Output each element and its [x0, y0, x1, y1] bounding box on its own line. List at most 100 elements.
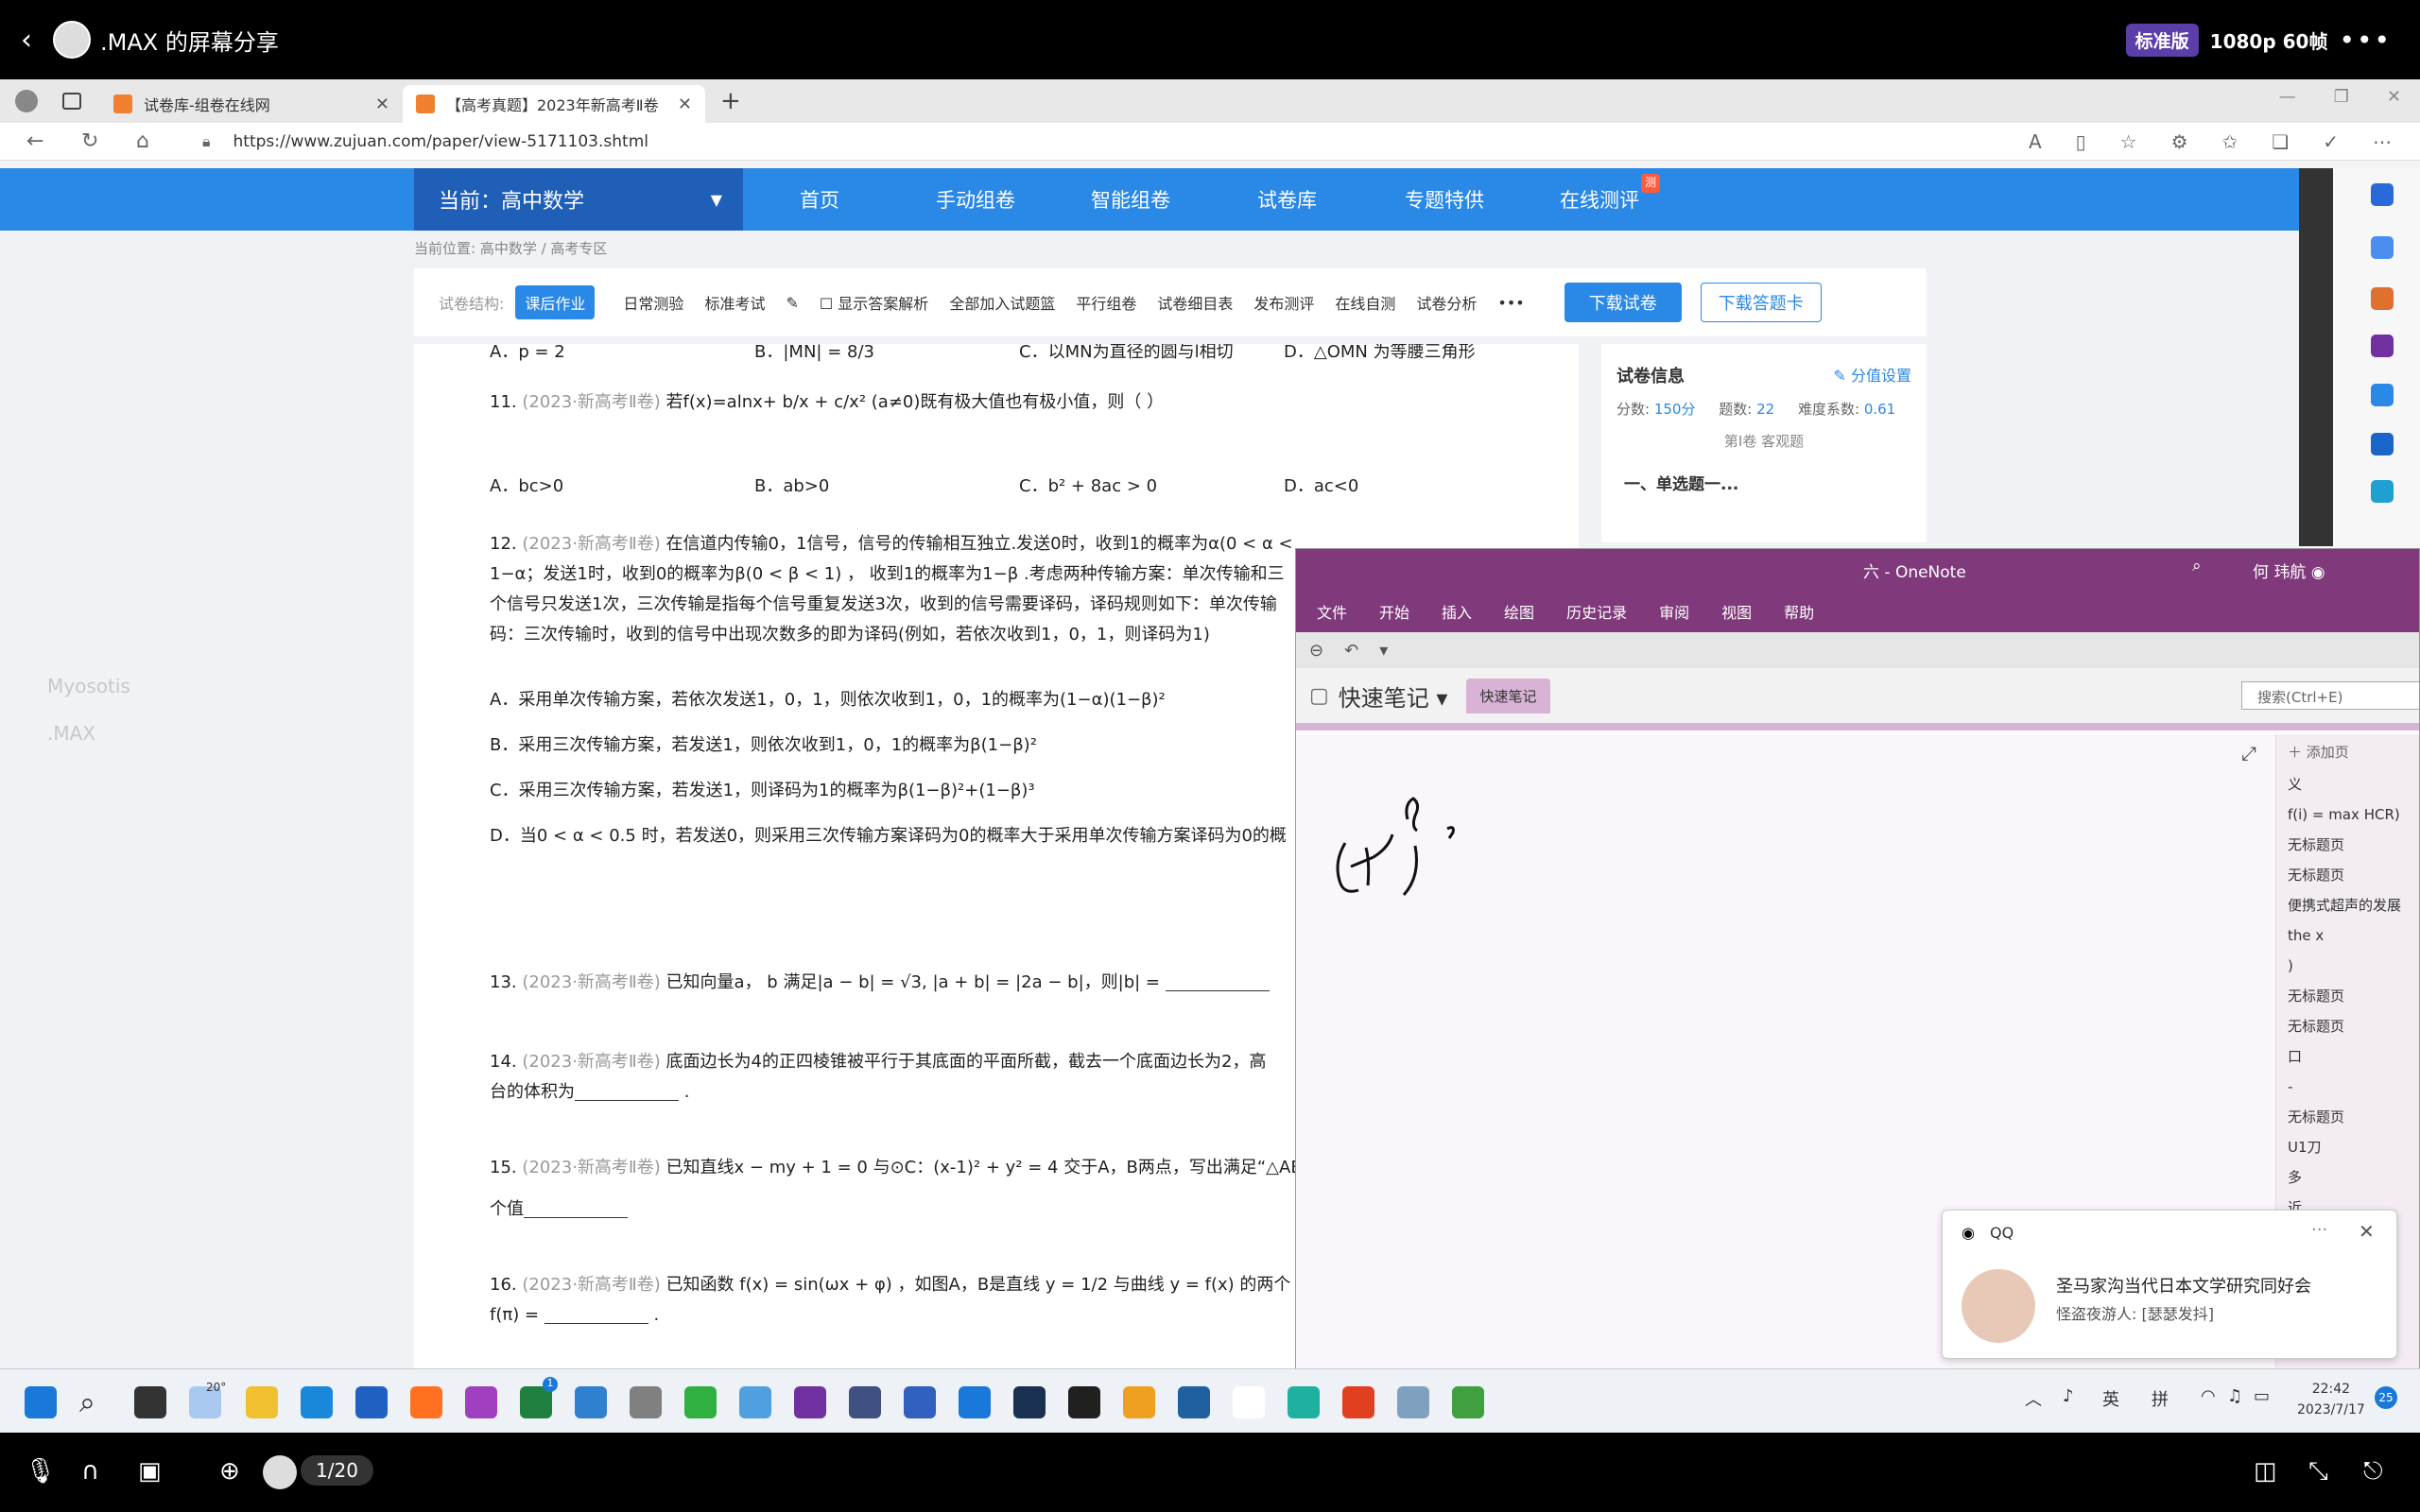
page-item[interactable]: 便携式超声的发展 — [2276, 890, 2419, 920]
page-item[interactable]: - — [2276, 1072, 2419, 1102]
add-user-icon[interactable]: ⊕ — [219, 1457, 240, 1486]
exit-icon[interactable]: ⎋ — [2363, 1457, 2383, 1486]
detail-table-button[interactable]: 试卷细目表 — [1157, 291, 1233, 314]
qq-icon[interactable] — [1233, 1386, 1265, 1418]
nav-special[interactable]: 专题特供 — [1405, 185, 1484, 214]
menu-insert[interactable]: 插入 — [1442, 600, 1472, 623]
user-name[interactable]: 何 玮航 ◉ — [2253, 558, 2325, 582]
menu-review[interactable]: 审阅 — [1659, 600, 1689, 623]
tab-zujuan-library[interactable]: 试卷库-组卷在线网 ✕ — [100, 85, 403, 123]
page-item[interactable]: 无标题页 — [2276, 981, 2419, 1011]
app-icon[interactable] — [849, 1386, 881, 1418]
download-paper-button[interactable]: 下载试卷 — [1564, 283, 1682, 322]
close-icon[interactable]: ✕ — [375, 94, 389, 114]
fullscreen-exit-icon[interactable]: ⤡ — [2308, 1457, 2328, 1486]
ea-icon[interactable] — [1342, 1386, 1374, 1418]
steam-icon[interactable] — [1013, 1386, 1046, 1418]
settings-icon[interactable] — [630, 1386, 662, 1418]
search-icon[interactable]: ⌕ — [79, 1386, 112, 1419]
notification-count[interactable]: 25 — [2375, 1386, 2397, 1409]
terminal-icon[interactable] — [1068, 1386, 1100, 1418]
copilot-icon[interactable] — [2371, 384, 2394, 406]
page-item[interactable]: 多 — [2276, 1162, 2419, 1193]
tab-actions-icon[interactable] — [62, 93, 81, 110]
favorite-star-icon[interactable]: ☆ — [2120, 130, 2137, 153]
prev-option-c[interactable]: C．以MN为直径的圆与l相切 — [1019, 344, 1234, 363]
prev-option-b[interactable]: B．|MN| = 8/3 — [754, 344, 874, 363]
prev-option-a[interactable]: A．p = 2 — [490, 344, 565, 363]
nav-smart[interactable]: 智能组卷 — [1091, 185, 1170, 214]
microphone-icon[interactable]: ♪ — [2063, 1386, 2074, 1406]
tab-homework[interactable]: 课后作业 — [515, 285, 596, 319]
show-answer-checkbox[interactable]: ☐ 显示答案解析 — [820, 291, 928, 314]
more-icon[interactable]: ··· — [2311, 1220, 2327, 1240]
back-arrow-icon[interactable]: ← — [26, 129, 55, 153]
minimize-icon[interactable]: — — [2279, 87, 2296, 107]
menu-view[interactable]: 视图 — [1721, 600, 1752, 623]
home-icon[interactable]: ⌂ — [136, 129, 164, 153]
settings-more-icon[interactable]: ⋯ — [2373, 130, 2392, 153]
publish-test-button[interactable]: 发布测评 — [1253, 291, 1314, 314]
single-choice-section[interactable]: 一、单选题一... — [1624, 471, 1738, 494]
page-item[interactable]: 口 — [2276, 1041, 2419, 1072]
subject-selector[interactable]: 当前：高中数学 ▼ — [414, 168, 743, 231]
page-scrollbar[interactable] — [2299, 168, 2333, 546]
paint-icon[interactable] — [575, 1386, 607, 1418]
send-icon[interactable] — [2371, 480, 2394, 503]
menu-file[interactable]: 文件 — [1317, 600, 1347, 623]
page-item[interactable]: ) — [2276, 951, 2419, 981]
add-page-button[interactable]: ＋ 添加页 — [2276, 734, 2419, 769]
task-view-icon[interactable] — [134, 1386, 166, 1418]
reader-icon[interactable]: ▯ — [2076, 130, 2086, 153]
undo-icon[interactable]: ↶ — [1344, 641, 1358, 661]
question-11[interactable]: 11. (2023·新高考Ⅱ卷) 若f(x)=alnx+ b/x + c/x² … — [490, 387, 1567, 418]
app-icon[interactable] — [465, 1386, 497, 1418]
self-test-button[interactable]: 在线自测 — [1335, 291, 1395, 314]
analysis-button[interactable]: 试卷分析 — [1416, 291, 1477, 314]
page-item[interactable]: f(i) = max HCR) — [2276, 799, 2419, 830]
url-field[interactable]: https://www.zujuan.com/paper/view-517110… — [233, 132, 648, 151]
lock-icon[interactable]: 🔒︎ — [202, 132, 211, 151]
nav-manual[interactable]: 手动组卷 — [936, 185, 1015, 214]
page-item[interactable]: 无标题页 — [2276, 1102, 2419, 1132]
notebook-selector[interactable]: 快速笔记 ▾ — [1339, 679, 1448, 713]
chevron-up-icon[interactable]: ︿ — [2025, 1386, 2042, 1411]
answer-blank[interactable] — [544, 1307, 648, 1324]
edge-icon[interactable] — [301, 1386, 333, 1418]
profile-icon[interactable] — [15, 90, 38, 112]
edition-badge[interactable]: 标准版 — [2125, 23, 2199, 57]
section-tab[interactable]: 快速笔记 — [1466, 678, 1550, 713]
onenote-search-field[interactable]: 搜索(Ctrl+E) — [2241, 681, 2419, 710]
q12-option-c[interactable]: C．采用三次传输方案，若发送1，则译码为1的概率为β(1−β)²+(1−β)³ — [490, 777, 1035, 801]
close-icon[interactable]: ✕ — [2359, 1220, 2375, 1243]
nav-online-test[interactable]: 在线测评 — [1560, 185, 1639, 214]
answer-blank[interactable] — [1165, 974, 1270, 991]
security-icon[interactable]: ✓ — [2323, 130, 2339, 153]
app-icon[interactable] — [1178, 1386, 1210, 1418]
tab-standard[interactable]: 标准考试 — [704, 291, 765, 314]
firefox-icon[interactable] — [410, 1386, 442, 1418]
menu-draw[interactable]: 绘图 — [1504, 600, 1534, 623]
page-item[interactable]: 无标题页 — [2276, 1011, 2419, 1041]
q11-option-b[interactable]: B．ab>0 — [754, 472, 829, 497]
volume-icon[interactable]: ♫ — [2227, 1386, 2242, 1406]
q11-option-a[interactable]: A．bc>0 — [490, 472, 563, 497]
headphones-icon[interactable]: ∩ — [81, 1457, 99, 1486]
app-icon[interactable] — [739, 1386, 771, 1418]
restore-icon[interactable]: ❐ — [2334, 87, 2349, 107]
speaker-icon[interactable]: ◫ — [2254, 1457, 2277, 1486]
q12-option-d[interactable]: D．当0 < α < 0.5 时，若发送0，则采用三次传输方案译码为0的概率大于… — [490, 822, 1287, 847]
page-item[interactable]: 无标题页 — [2276, 830, 2419, 860]
expand-icon[interactable]: ⤢ — [2241, 742, 2256, 765]
store-icon[interactable] — [355, 1386, 388, 1418]
back-icon[interactable]: ⊖ — [1309, 641, 1323, 661]
screen-share-icon[interactable]: ▣ — [138, 1457, 162, 1486]
q12-option-a[interactable]: A．采用单次传输方案，若依次发送1，0，1，则依次收到1，0，1的概率为(1−α… — [490, 686, 1166, 711]
start-icon[interactable] — [25, 1386, 57, 1418]
search-icon[interactable]: ⌕ — [2192, 557, 2202, 576]
page-item[interactable]: the x — [2276, 920, 2419, 951]
app-icon[interactable] — [959, 1386, 991, 1418]
app-icon[interactable] — [1123, 1386, 1155, 1418]
answer-blank[interactable] — [524, 1201, 628, 1218]
score-setting-button[interactable]: ✎ 分值设置 — [1833, 363, 1911, 386]
